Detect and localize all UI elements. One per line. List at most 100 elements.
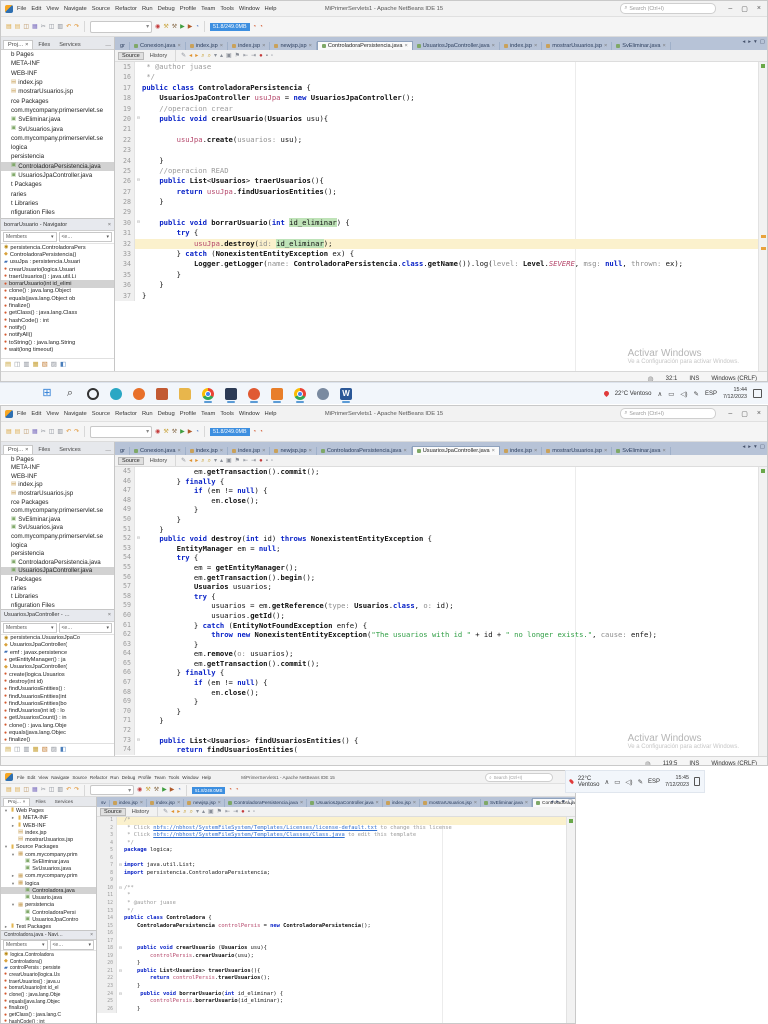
- editor-tab[interactable]: sv: [98, 800, 110, 807]
- tree-expander-icon[interactable]: ▾: [3, 844, 9, 850]
- menu-edit[interactable]: Edit: [31, 411, 41, 417]
- menu-view[interactable]: View: [46, 411, 58, 417]
- tree-item[interactable]: ▣ SvUsuarios.java: [1, 524, 114, 533]
- apply-changes-icon[interactable]: ◉: [155, 24, 160, 30]
- tab-projects[interactable]: Proj… ×: [3, 444, 34, 454]
- redo-icon[interactable]: ↷: [74, 429, 79, 435]
- tree-expander-icon[interactable]: ▾: [10, 902, 16, 908]
- tree-item[interactable]: ▣ Controladora.java: [1, 887, 96, 895]
- apply-changes-icon[interactable]: ◉: [137, 787, 142, 793]
- tree-item[interactable]: nfiguration Files: [1, 601, 114, 609]
- tree-expander-icon[interactable]: ▾: [10, 881, 16, 887]
- tab-scroll-controls[interactable]: ◂ ▸ ▾ ▢: [551, 799, 574, 805]
- gc-icon[interactable]: ◔: [253, 429, 257, 435]
- tree-item[interactable]: t Packages: [1, 180, 114, 189]
- tab-close-icon[interactable]: ×: [403, 448, 406, 454]
- tree-item[interactable]: ▣ Usuario.java: [1, 894, 96, 901]
- tree-item[interactable]: ▾ ▦ persistencia: [1, 902, 96, 909]
- tray-chevron-icon[interactable]: ∧: [605, 778, 610, 786]
- tree-item[interactable]: ▸ ▦ com.mycompany.prim: [1, 873, 96, 880]
- tab-close-icon[interactable]: ×: [376, 800, 379, 806]
- editor-tab[interactable]: SvEliminar.java ×: [612, 447, 671, 455]
- member-item[interactable]: ● equals(java.lang.Objec: [1, 998, 96, 1005]
- tab-projects[interactable]: Proj… ×: [3, 40, 34, 49]
- editor-tab[interactable]: newjsp.jsp ×: [270, 447, 317, 455]
- search-input[interactable]: ⌕ Search (Ctrl+I): [620, 408, 717, 419]
- gc-icon-2[interactable]: ◔: [259, 429, 263, 435]
- member-item[interactable]: ● finalize(): [1, 1005, 96, 1012]
- highlight-icon[interactable]: ▣: [208, 809, 214, 815]
- member-item[interactable]: ● clone() : java.lang.Obje: [1, 992, 96, 999]
- save-all-icon[interactable]: ▦: [32, 787, 38, 793]
- editor-tab[interactable]: UsuariosJpaController.java ×: [307, 799, 383, 807]
- member-item[interactable]: ● destroy(int id): [1, 678, 114, 685]
- editor-tab[interactable]: index.jsp ×: [228, 42, 271, 50]
- menu-refactor[interactable]: Refactor: [115, 411, 137, 417]
- shift-right-icon[interactable]: ⇥: [251, 53, 256, 59]
- member-item[interactable]: ● findUsuariosEntities(int: [1, 693, 114, 700]
- member-item[interactable]: ● traerUsuarios() : java.u: [1, 978, 96, 985]
- forward-icon[interactable]: ▸: [195, 53, 198, 59]
- gc-icon-2[interactable]: ◔: [259, 24, 263, 30]
- menu-tools[interactable]: Tools: [220, 411, 234, 417]
- tab-close-icon[interactable]: ×: [663, 448, 666, 454]
- prev-occurrence-icon[interactable]: ▴: [220, 458, 223, 464]
- gc-icon[interactable]: ◔: [253, 24, 257, 30]
- tree-item[interactable]: raries: [1, 584, 114, 593]
- menu-file[interactable]: File: [17, 775, 24, 780]
- find-selection-icon[interactable]: ⌕: [201, 458, 204, 464]
- minimize-button[interactable]: –: [728, 5, 732, 13]
- tree-item[interactable]: logica: [1, 541, 114, 550]
- macro-icon[interactable]: ▪: [266, 53, 268, 59]
- config-combobox[interactable]: ▾: [90, 20, 153, 33]
- monitor-icon[interactable]: ▭: [614, 778, 620, 786]
- copy-icon[interactable]: ◫: [49, 24, 55, 30]
- tab-close-icon[interactable]: ×: [140, 800, 143, 806]
- clean-build-icon[interactable]: ⚒: [172, 429, 177, 435]
- tree-item[interactable]: t Libraries: [1, 592, 114, 601]
- tab-close-icon[interactable]: ×: [604, 43, 607, 49]
- tree-item[interactable]: ▤ index.jsp: [1, 481, 114, 490]
- copy-icon[interactable]: ◫: [49, 429, 55, 435]
- undo-icon[interactable]: ↶: [66, 787, 71, 793]
- tab-files[interactable]: Files: [31, 799, 49, 806]
- editor-tab[interactable]: index.jsp ×: [186, 42, 229, 50]
- sort-alpha-icon[interactable]: ▨: [51, 361, 57, 369]
- cut-icon[interactable]: ✂: [41, 24, 46, 30]
- menu-navigate[interactable]: Navigate: [51, 775, 69, 780]
- tree-item[interactable]: ▾ ▦ com.mycompany.prim: [1, 851, 96, 858]
- highlight-icon[interactable]: ▣: [226, 53, 232, 59]
- tree-item[interactable]: ▤ index.jsp: [1, 78, 114, 87]
- find-selection-icon[interactable]: ⌕: [201, 53, 204, 59]
- tab-close-icon[interactable]: ×: [534, 448, 537, 454]
- member-item[interactable]: ● clone() : java.lang.Obje: [1, 722, 114, 729]
- fold-indicator[interactable]: ⊟: [117, 991, 124, 999]
- build-project-icon[interactable]: ⚒: [145, 787, 150, 793]
- tree-item[interactable]: ▣ SvUsuarios.java: [1, 865, 96, 872]
- history-button[interactable]: History: [147, 53, 170, 59]
- member-item[interactable]: ● borrarUsuario(int id_elimi: [1, 280, 114, 288]
- show-static-icon[interactable]: ▥: [23, 361, 29, 369]
- fold-indicator[interactable]: ⊟: [135, 114, 142, 124]
- menu-window[interactable]: Window: [239, 6, 260, 12]
- editor-tab[interactable]: index.jsp ×: [383, 799, 421, 807]
- menu-window[interactable]: Window: [239, 411, 260, 417]
- tab-projects[interactable]: Proj… ×: [3, 798, 31, 807]
- menu-profile[interactable]: Profile: [138, 775, 151, 780]
- new-project-icon[interactable]: ▤: [15, 429, 21, 435]
- tree-item[interactable]: b Pages: [1, 50, 114, 59]
- tab-close-icon[interactable]: ×: [474, 800, 477, 806]
- fold-indicator[interactable]: ⊟: [135, 736, 142, 746]
- find-selection-icon[interactable]: ⌕: [183, 809, 186, 815]
- tab-close-icon[interactable]: ×: [534, 43, 537, 49]
- tab-close-icon[interactable]: ×: [525, 800, 528, 806]
- bookmark-icon[interactable]: ⚑: [217, 809, 222, 815]
- notifications-icon[interactable]: ◍: [645, 760, 651, 766]
- close-button[interactable]: ×: [757, 5, 761, 13]
- tab-scroll-controls[interactable]: ◂ ▸ ▾ ▢: [743, 39, 766, 45]
- notification-center-icon[interactable]: [753, 389, 762, 398]
- menu-refactor[interactable]: Refactor: [90, 775, 107, 780]
- tree-item[interactable]: ▣ ControladoraPersi: [1, 909, 96, 916]
- pen-icon[interactable]: ✎: [638, 778, 643, 786]
- member-item[interactable]: ◆ ControladoraPersistencia(): [1, 251, 114, 258]
